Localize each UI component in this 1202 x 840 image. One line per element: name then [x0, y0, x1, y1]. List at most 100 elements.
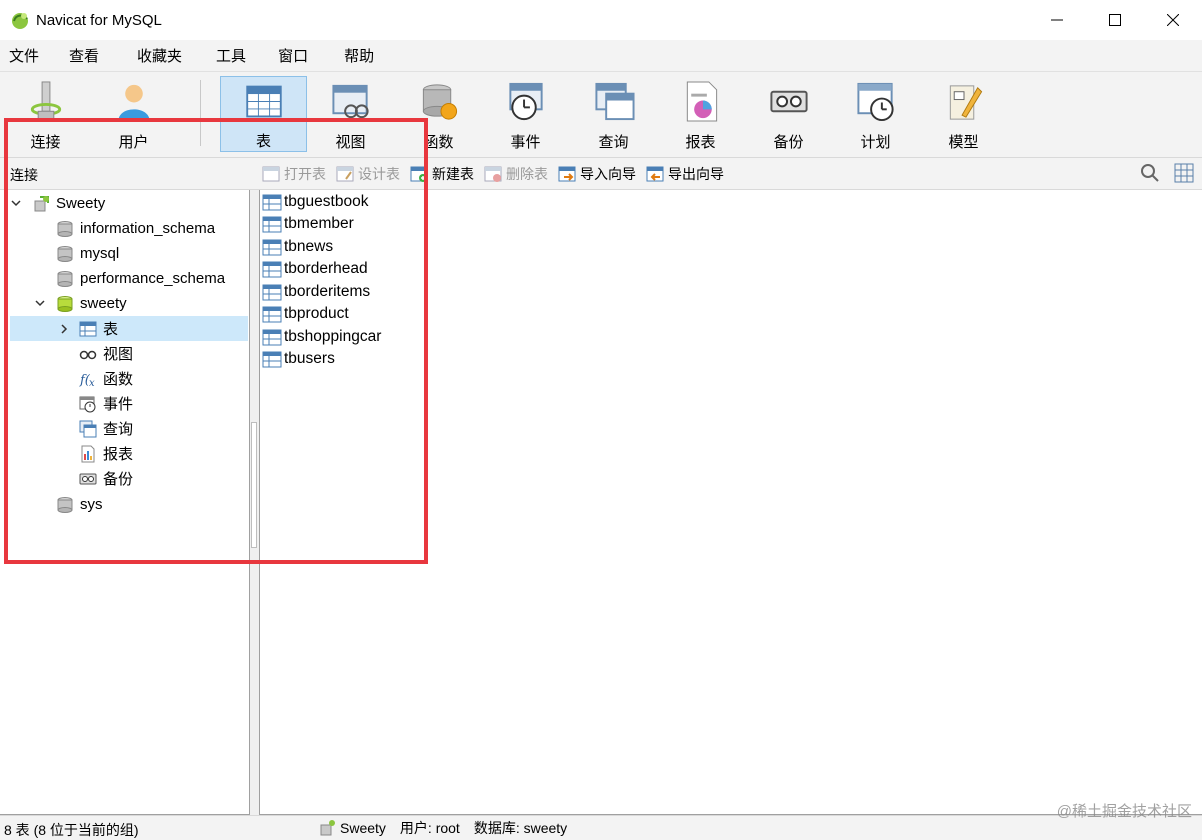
design-table-button[interactable]: 设计表 [336, 164, 400, 184]
list-item-table[interactable]: tbshoppingcar [262, 326, 381, 348]
connection-node-icon [320, 820, 335, 836]
table-icon [262, 306, 282, 322]
toolbar-query-button[interactable]: 查询 [570, 76, 657, 152]
tree-node-views[interactable]: 视图 [79, 341, 133, 366]
list-item-table[interactable]: tbnews [262, 236, 333, 258]
report-icon [686, 81, 717, 122]
list-item-table[interactable]: tbguestbook [262, 191, 368, 213]
maximize-icon [1109, 14, 1121, 26]
user-icon [117, 84, 150, 122]
toolbar-report-button[interactable]: 报表 [657, 76, 744, 152]
watermark: @稀土掘金技术社区 [1056, 803, 1192, 820]
connection-node-icon [34, 195, 49, 211]
delete-table-button[interactable]: 删除表 [484, 164, 548, 184]
table-icon [262, 239, 282, 255]
tree-node-events[interactable]: 事件 [79, 391, 133, 416]
main-toolbar: 连接 用户 表 视图 函数 事件 查询 报表 备份 计划 模型 [0, 72, 1202, 158]
tree-node-queries[interactable]: 查询 [79, 416, 133, 441]
table-icon [262, 194, 282, 210]
tree-connection-sweety[interactable]: Sweety [32, 191, 105, 216]
status-bar: 8 表 (8 位于当前的组) Sweety 用户: root 数据库: swee… [0, 815, 1202, 840]
table-icon [262, 216, 282, 232]
title-bar: Navicat for MySQL [0, 0, 1202, 40]
view-icon [79, 350, 97, 359]
list-item-table[interactable]: tborderitems [262, 281, 370, 303]
import-wizard-button[interactable]: 导入向导 [558, 164, 636, 184]
chevron-right-icon[interactable] [58, 323, 70, 335]
toolbar-schedule-button[interactable]: 计划 [832, 76, 919, 152]
pane-splitter[interactable] [250, 190, 259, 815]
query-icon [79, 420, 97, 437]
table-icon [262, 351, 282, 367]
export-icon [646, 166, 664, 182]
menu-window[interactable]: 窗口 [269, 45, 317, 66]
tree-db-performance-schema[interactable]: performance_schema [56, 266, 225, 291]
tree-db-information-schema[interactable]: information_schema [56, 216, 215, 241]
tree-node-backups[interactable]: 备份 [79, 466, 133, 491]
event-icon [508, 82, 543, 121]
status-object-count: 8 表 (8 位于当前的组) [4, 822, 139, 838]
list-item-table[interactable]: tbproduct [262, 303, 349, 325]
menu-help[interactable]: 帮助 [335, 45, 383, 66]
tree-db-mysql[interactable]: mysql [56, 241, 119, 266]
chevron-down-icon[interactable] [10, 197, 22, 209]
function-icon: f(x [79, 373, 95, 388]
minimize-icon [1051, 19, 1063, 21]
database-open-icon [57, 295, 73, 312]
table-list: tbguestbook tbmember tbnews tborderhead … [259, 190, 1202, 815]
report-icon [81, 445, 95, 462]
backup-icon [769, 90, 808, 113]
open-table-icon [262, 166, 280, 182]
database-icon [57, 220, 73, 237]
export-wizard-button[interactable]: 导出向导 [646, 164, 724, 184]
tree-node-tables[interactable]: 表 [79, 316, 118, 341]
function-icon [422, 84, 457, 120]
connection-tree: Sweety information_schema mysql performa… [0, 190, 250, 815]
list-item-table[interactable]: tborderhead [262, 258, 368, 280]
list-item-table[interactable]: tbmember [262, 213, 354, 235]
event-icon [79, 396, 96, 412]
toolbar-separator [200, 80, 201, 146]
toolbar-view-button[interactable]: 视图 [307, 76, 394, 152]
tree-db-sweety[interactable]: sweety [56, 291, 127, 316]
grid-view-icon[interactable] [1174, 163, 1194, 183]
tree-selection-highlight [10, 316, 248, 341]
connection-icon [30, 81, 61, 120]
toolbar-table-button[interactable]: 表 [220, 76, 307, 152]
menu-file[interactable]: 文件 [0, 45, 48, 66]
toolbar-event-button[interactable]: 事件 [482, 76, 569, 152]
maximize-button[interactable] [1086, 0, 1144, 40]
search-icon[interactable] [1140, 163, 1160, 183]
list-item-table[interactable]: tbusers [262, 348, 335, 370]
menu-favorites[interactable]: 收藏夹 [128, 45, 191, 66]
toolbar-backup-button[interactable]: 备份 [745, 76, 832, 152]
tree-node-reports[interactable]: 报表 [79, 441, 133, 466]
close-button[interactable] [1144, 0, 1202, 40]
table-icon [262, 329, 282, 345]
object-toolbar: 连接 打开表 设计表 新建表 删除表 导入向导 导出向导 [0, 158, 1202, 190]
table-icon [245, 85, 282, 118]
tree-node-functions[interactable]: f(x 函数 [79, 366, 133, 391]
toolbar-function-button[interactable]: 函数 [395, 76, 482, 152]
minimize-button[interactable] [1028, 0, 1086, 40]
chevron-down-icon[interactable] [34, 297, 46, 309]
query-icon [594, 82, 635, 121]
new-table-icon [410, 166, 428, 182]
toolbar-model-button[interactable]: 模型 [920, 76, 1007, 152]
open-table-button[interactable]: 打开表 [262, 164, 326, 184]
delete-table-icon [484, 166, 502, 182]
menu-view[interactable]: 查看 [60, 45, 108, 66]
menu-bar: 文件 查看 收藏夹 工具 窗口 帮助 [0, 40, 1202, 72]
database-icon [57, 496, 73, 513]
toolbar-user-button[interactable]: 用户 [90, 76, 177, 152]
connection-pane-header: 连接 [10, 167, 38, 183]
tree-db-sys[interactable]: sys [56, 492, 103, 517]
splitter-grip[interactable] [251, 422, 257, 548]
database-icon [57, 245, 73, 262]
design-table-icon [336, 166, 354, 182]
close-icon [1167, 14, 1179, 26]
toolbar-connection-button[interactable]: 连接 [2, 76, 89, 152]
menu-tools[interactable]: 工具 [207, 45, 255, 66]
new-table-button[interactable]: 新建表 [410, 164, 474, 184]
status-user: 用户: root [399, 820, 460, 836]
